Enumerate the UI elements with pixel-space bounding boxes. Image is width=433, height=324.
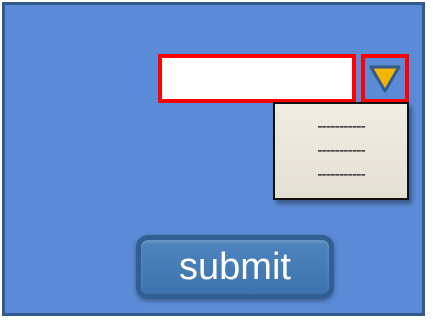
submit-button-label: submit [179,245,291,288]
dropdown-option[interactable]: ----------- [275,166,407,190]
dropdown-option[interactable]: ----------- [275,142,407,166]
triangle-down-icon [369,65,401,92]
submit-button[interactable]: submit [136,235,334,299]
form-panel: ----------- ----------- ----------- subm… [2,2,425,316]
dropdown-option[interactable]: ----------- [275,118,407,142]
dropdown-menu: ----------- ----------- ----------- [273,102,409,200]
text-input[interactable] [158,54,356,103]
dropdown-toggle-button[interactable] [361,54,409,103]
